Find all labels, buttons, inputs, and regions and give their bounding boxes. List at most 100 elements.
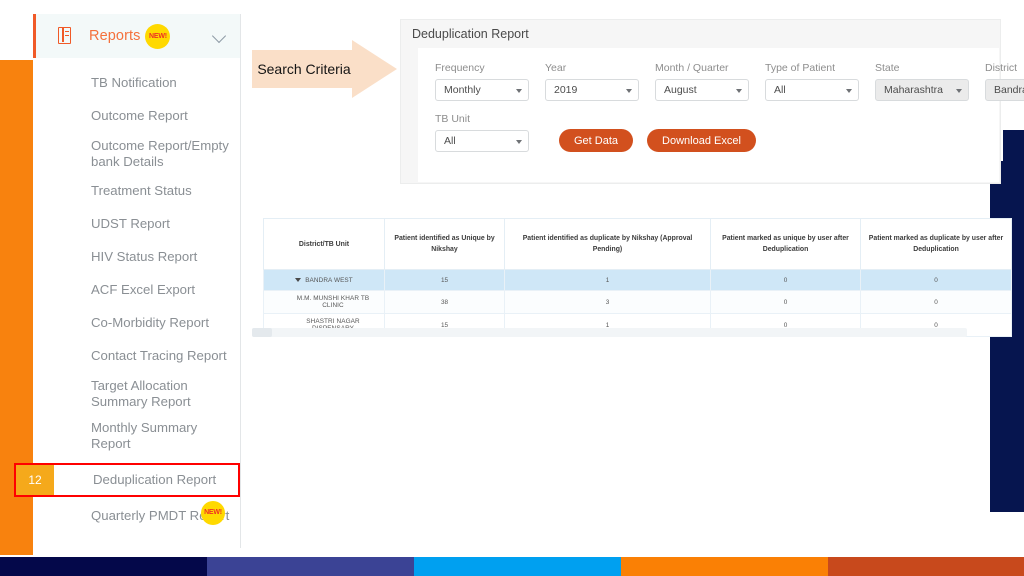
sidebar-item-label: HIV Status Report xyxy=(91,249,198,265)
sidebar-item-quarterly-pmdt-report[interactable]: Quarterly PMDT Report NEW! xyxy=(33,500,240,527)
bottom-color-bar xyxy=(0,557,1024,576)
field-label: Frequency xyxy=(435,62,485,74)
row-name-text: BANDRA WEST xyxy=(305,276,353,284)
bottom-bar-segment-2 xyxy=(207,557,414,576)
frequency-value: Monthly xyxy=(444,84,481,96)
state-value: Maharashtra xyxy=(884,84,943,96)
panel-title: Deduplication Report xyxy=(412,27,529,41)
sidebar-item-outcome-report-empty-bank[interactable]: Outcome Report/Empty bank Details xyxy=(33,138,240,169)
year-value: 2019 xyxy=(554,84,578,96)
table-cell-name[interactable]: BANDRA WEST xyxy=(263,269,385,291)
column-header-marked-unique-user: Patient marked as unique by user after D… xyxy=(710,218,861,270)
sidebar-item-acf-excel-export[interactable]: ACF Excel Export xyxy=(33,279,240,301)
field-label: Type of Patient xyxy=(765,62,836,74)
field-frequency: Frequency Monthly xyxy=(435,62,529,101)
type-of-patient-select[interactable]: All xyxy=(765,79,859,101)
sidebar-item-co-morbidity-report[interactable]: Co-Morbidity Report xyxy=(33,312,240,334)
sidebar-item-label: ACF Excel Export xyxy=(91,282,196,298)
bottom-bar-segment-5 xyxy=(828,557,1024,576)
table-cell-unique: 15 xyxy=(384,269,505,291)
sidebar-item-label: Contact Tracing Report xyxy=(91,348,227,364)
sidebar-item-hiv-status-report[interactable]: HIV Status Report xyxy=(33,246,240,268)
field-type-of-patient: Type of Patient All xyxy=(765,62,859,101)
field-state: State Maharashtra xyxy=(875,62,969,101)
column-header-duplicate-nikshay: Patient identified as duplicate by Niksh… xyxy=(504,218,711,270)
table-cell-marked-duplicate: 0 xyxy=(860,269,1012,291)
caret-down-icon xyxy=(846,89,852,93)
sidebar-item-contact-tracing-report[interactable]: Contact Tracing Report xyxy=(33,345,240,367)
table-cell-name: M.M. MUNSHI KHAR TB CLINIC xyxy=(263,290,385,314)
chevron-down-icon[interactable] xyxy=(211,28,227,44)
sidebar-item-label: Treatment Status xyxy=(91,183,192,199)
district-value: Bandra West xyxy=(994,84,1024,96)
right-accent-bar-top xyxy=(1003,130,1024,163)
scrollbar-thumb[interactable] xyxy=(252,328,272,337)
sidebar-item-label: TB Notification xyxy=(91,75,177,90)
table-row[interactable]: BANDRA WEST 15 1 0 0 xyxy=(263,269,1012,291)
month-quarter-select[interactable]: August xyxy=(655,79,749,101)
bottom-bar-segment-1 xyxy=(0,557,207,576)
sidebar-item-label: Outcome Report/Empty bank Details xyxy=(91,138,229,169)
column-header-marked-duplicate-user: Patient marked as duplicate by user afte… xyxy=(860,218,1012,270)
table-cell-duplicate: 1 xyxy=(504,269,711,291)
arrow-right-icon xyxy=(352,40,397,98)
table-header-row: District/TB Unit Patient identified as U… xyxy=(263,218,1012,270)
sidebar-menu: TB Notification Outcome Report Outcome R… xyxy=(14,58,240,527)
sidebar-item-label: Target Allocation Summary Report xyxy=(91,378,191,409)
new-badge-icon: NEW! xyxy=(145,23,171,49)
caret-down-icon xyxy=(736,89,742,93)
form-row-secondary: TB Unit All Get Data Download Excel xyxy=(418,113,999,152)
table-cell-marked-unique: 0 xyxy=(710,290,861,314)
new-badge-icon: NEW! xyxy=(201,500,225,525)
district-select[interactable]: Bandra West xyxy=(985,79,1024,101)
table-cell-unique: 38 xyxy=(384,290,505,314)
column-header-district-tb-unit: District/TB Unit xyxy=(263,218,385,270)
field-label: District xyxy=(985,62,1018,74)
tb-unit-select[interactable]: All xyxy=(435,130,529,152)
sidebar-item-monthly-summary-report[interactable]: Monthly Summary Report xyxy=(33,420,240,451)
horizontal-scrollbar[interactable] xyxy=(252,328,967,337)
sidebar-item-label: Outcome Report xyxy=(91,108,188,123)
sidebar-item-target-allocation-summary-report[interactable]: Target Allocation Summary Report xyxy=(33,378,240,409)
table-cell-marked-unique: 0 xyxy=(710,269,861,291)
field-label: TB Unit xyxy=(435,113,471,125)
sidebar-item-number-badge: 12 xyxy=(16,464,54,495)
sidebar-header-reports[interactable]: Reports NEW! xyxy=(33,14,240,58)
deduplication-report-panel: Deduplication Report Frequency Monthly Y… xyxy=(400,19,1024,184)
sidebar-item-tb-notification[interactable]: TB Notification xyxy=(33,72,240,94)
search-criteria-form: Frequency Monthly Year 2019 Month / Quar… xyxy=(418,48,1024,182)
sidebar-item-label: Monthly Summary Report xyxy=(91,420,198,451)
table-cell-duplicate: 3 xyxy=(504,290,711,314)
sidebar-item-label: Co-Morbidity Report xyxy=(91,315,209,331)
sidebar-item-label: UDST Report xyxy=(91,216,170,232)
table-cell-marked-duplicate: 0 xyxy=(860,290,1012,314)
field-label: Year xyxy=(545,62,567,74)
download-excel-button[interactable]: Download Excel xyxy=(647,129,756,152)
field-label: Month / Quarter xyxy=(655,62,729,74)
caret-down-icon xyxy=(626,89,632,93)
sidebar-item-deduplication-report[interactable]: 12 Deduplication Report xyxy=(14,462,240,497)
state-select[interactable]: Maharashtra xyxy=(875,79,969,101)
field-district: District Bandra West xyxy=(985,62,1024,101)
tb-unit-value: All xyxy=(444,135,456,147)
reports-sidebar: Reports NEW! TB Notification Outcome Rep… xyxy=(14,14,241,548)
frequency-select[interactable]: Monthly xyxy=(435,79,529,101)
year-select[interactable]: 2019 xyxy=(545,79,639,101)
report-document-icon xyxy=(58,26,75,46)
caret-down-icon xyxy=(516,89,522,93)
triangle-collapse-icon[interactable] xyxy=(295,277,302,282)
sidebar-item-udst-report[interactable]: UDST Report xyxy=(33,213,240,235)
field-label: State xyxy=(875,62,900,74)
type-of-patient-value: All xyxy=(774,84,786,96)
sidebar-item-outcome-report[interactable]: Outcome Report xyxy=(33,105,240,127)
field-month-quarter: Month / Quarter August xyxy=(655,62,749,101)
search-criteria-callout: Search Criteria xyxy=(252,40,397,98)
form-row-primary: Frequency Monthly Year 2019 Month / Quar… xyxy=(418,62,1024,101)
bottom-bar-segment-4 xyxy=(621,557,828,576)
column-header-unique-nikshay: Patient identified as Unique by Nikshay xyxy=(384,218,505,270)
sidebar-item-treatment-status[interactable]: Treatment Status xyxy=(33,180,240,202)
table-row[interactable]: M.M. MUNSHI KHAR TB CLINIC 38 3 0 0 xyxy=(263,290,1012,314)
month-quarter-value: August xyxy=(664,84,697,96)
get-data-button[interactable]: Get Data xyxy=(559,129,634,152)
search-criteria-label: Search Criteria xyxy=(257,61,351,77)
